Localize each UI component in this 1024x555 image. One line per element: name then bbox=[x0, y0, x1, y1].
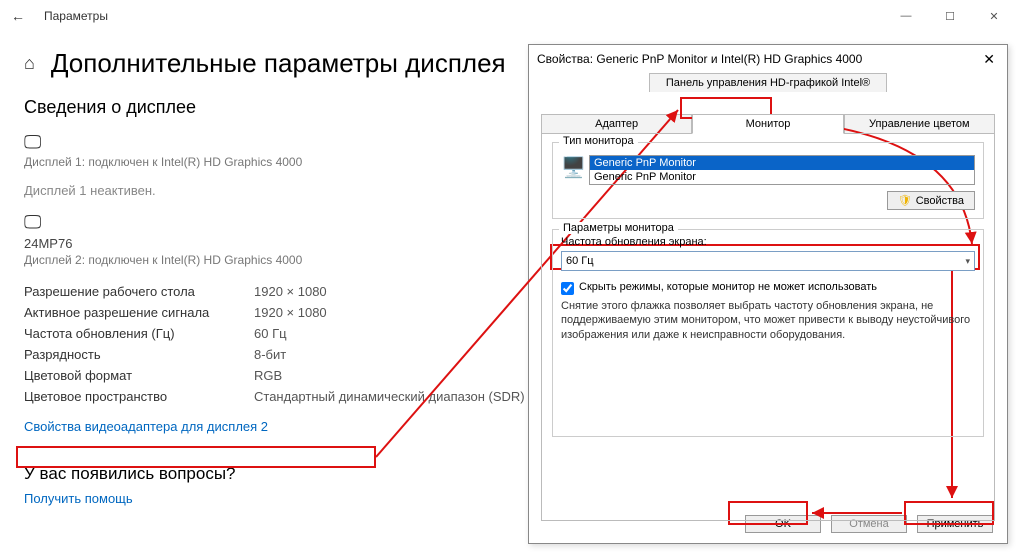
page-title: Дополнительные параметры дисплея bbox=[51, 48, 506, 79]
spec-label: Разрешение рабочего стола bbox=[24, 284, 254, 299]
spec-value: Стандартный динамический диапазон (SDR) bbox=[254, 389, 525, 404]
spec-value: 60 Гц bbox=[254, 326, 287, 341]
spec-value: 1920 × 1080 bbox=[254, 305, 327, 320]
dialog-title: Свойства: Generic PnP Monitor и Intel(R)… bbox=[537, 52, 862, 66]
settings-titlebar: ← Параметры — ☐ ✕ bbox=[0, 0, 1024, 32]
monitor-list[interactable]: Generic PnP Monitor Generic PnP Monitor bbox=[589, 155, 975, 185]
tab-intel-panel[interactable]: Панель управления HD-графикой Intel® bbox=[649, 73, 887, 92]
get-help-link[interactable]: Получить помощь bbox=[24, 491, 133, 506]
tab-monitor[interactable]: Монитор bbox=[692, 114, 843, 134]
tab-color[interactable]: Управление цветом bbox=[844, 114, 995, 134]
adapter-properties-link[interactable]: Свойства видеоадаптера для дисплея 2 bbox=[24, 419, 268, 434]
minimize-icon[interactable]: — bbox=[884, 0, 928, 32]
home-icon[interactable]: ⌂ bbox=[24, 53, 35, 74]
window-title: Параметры bbox=[44, 9, 108, 23]
refresh-rate-value: 60 Гц bbox=[566, 255, 594, 267]
spec-label: Частота обновления (Гц) bbox=[24, 326, 254, 341]
spec-label: Цветовой формат bbox=[24, 368, 254, 383]
hide-modes-input[interactable] bbox=[561, 282, 574, 295]
close-icon[interactable]: ✕ bbox=[979, 51, 999, 68]
hide-modes-checkbox[interactable]: Скрыть режимы, которые монитор не может … bbox=[561, 281, 975, 295]
list-item[interactable]: Generic PnP Monitor bbox=[590, 170, 974, 184]
list-item[interactable]: Generic PnP Monitor bbox=[590, 156, 974, 170]
spec-value: RGB bbox=[254, 368, 282, 383]
spec-label: Разрядность bbox=[24, 347, 254, 362]
shield-icon: 🛡 bbox=[898, 194, 912, 207]
window-controls: — ☐ ✕ bbox=[884, 0, 1016, 32]
close-icon[interactable]: ✕ bbox=[972, 0, 1016, 32]
monitor-type-group: Тип монитора 🖥️ Generic PnP Monitor Gene… bbox=[552, 142, 984, 219]
dialog-tabs: Адаптер Монитор Управление цветом bbox=[529, 114, 1007, 134]
spec-label: Цветовое пространство bbox=[24, 389, 254, 404]
monitor-properties-button[interactable]: 🛡Свойства bbox=[887, 191, 975, 210]
back-icon[interactable]: ← bbox=[8, 8, 28, 24]
chevron-down-icon: ▾ bbox=[965, 256, 970, 267]
dialog-titlebar: Свойства: Generic PnP Monitor и Intel(R)… bbox=[529, 45, 1007, 73]
spec-value: 8-бит bbox=[254, 347, 286, 362]
refresh-rate-label: Частота обновления экрана: bbox=[561, 236, 975, 248]
spec-label: Активное разрешение сигнала bbox=[24, 305, 254, 320]
hide-modes-label: Скрыть режимы, которые монитор не может … bbox=[579, 281, 877, 293]
refresh-rate-select[interactable]: 60 Гц ▾ bbox=[561, 251, 975, 271]
group-title: Тип монитора bbox=[559, 135, 638, 147]
maximize-icon[interactable]: ☐ bbox=[928, 0, 972, 32]
spec-value: 1920 × 1080 bbox=[254, 284, 327, 299]
monitor-tab-panel: Тип монитора 🖥️ Generic PnP Monitor Gene… bbox=[541, 133, 995, 521]
monitor-icon: 🖥️ bbox=[561, 155, 586, 180]
display-2-model: 24MP76 bbox=[24, 236, 72, 251]
hide-modes-description: Снятие этого флажка позволяет выбрать ча… bbox=[561, 299, 975, 342]
monitor-properties-dialog: Свойства: Generic PnP Monitor и Intel(R)… bbox=[528, 44, 1008, 544]
tab-adapter[interactable]: Адаптер bbox=[541, 114, 692, 134]
monitor-settings-group: Параметры монитора Частота обновления эк… bbox=[552, 229, 984, 437]
group-title: Параметры монитора bbox=[559, 222, 678, 234]
